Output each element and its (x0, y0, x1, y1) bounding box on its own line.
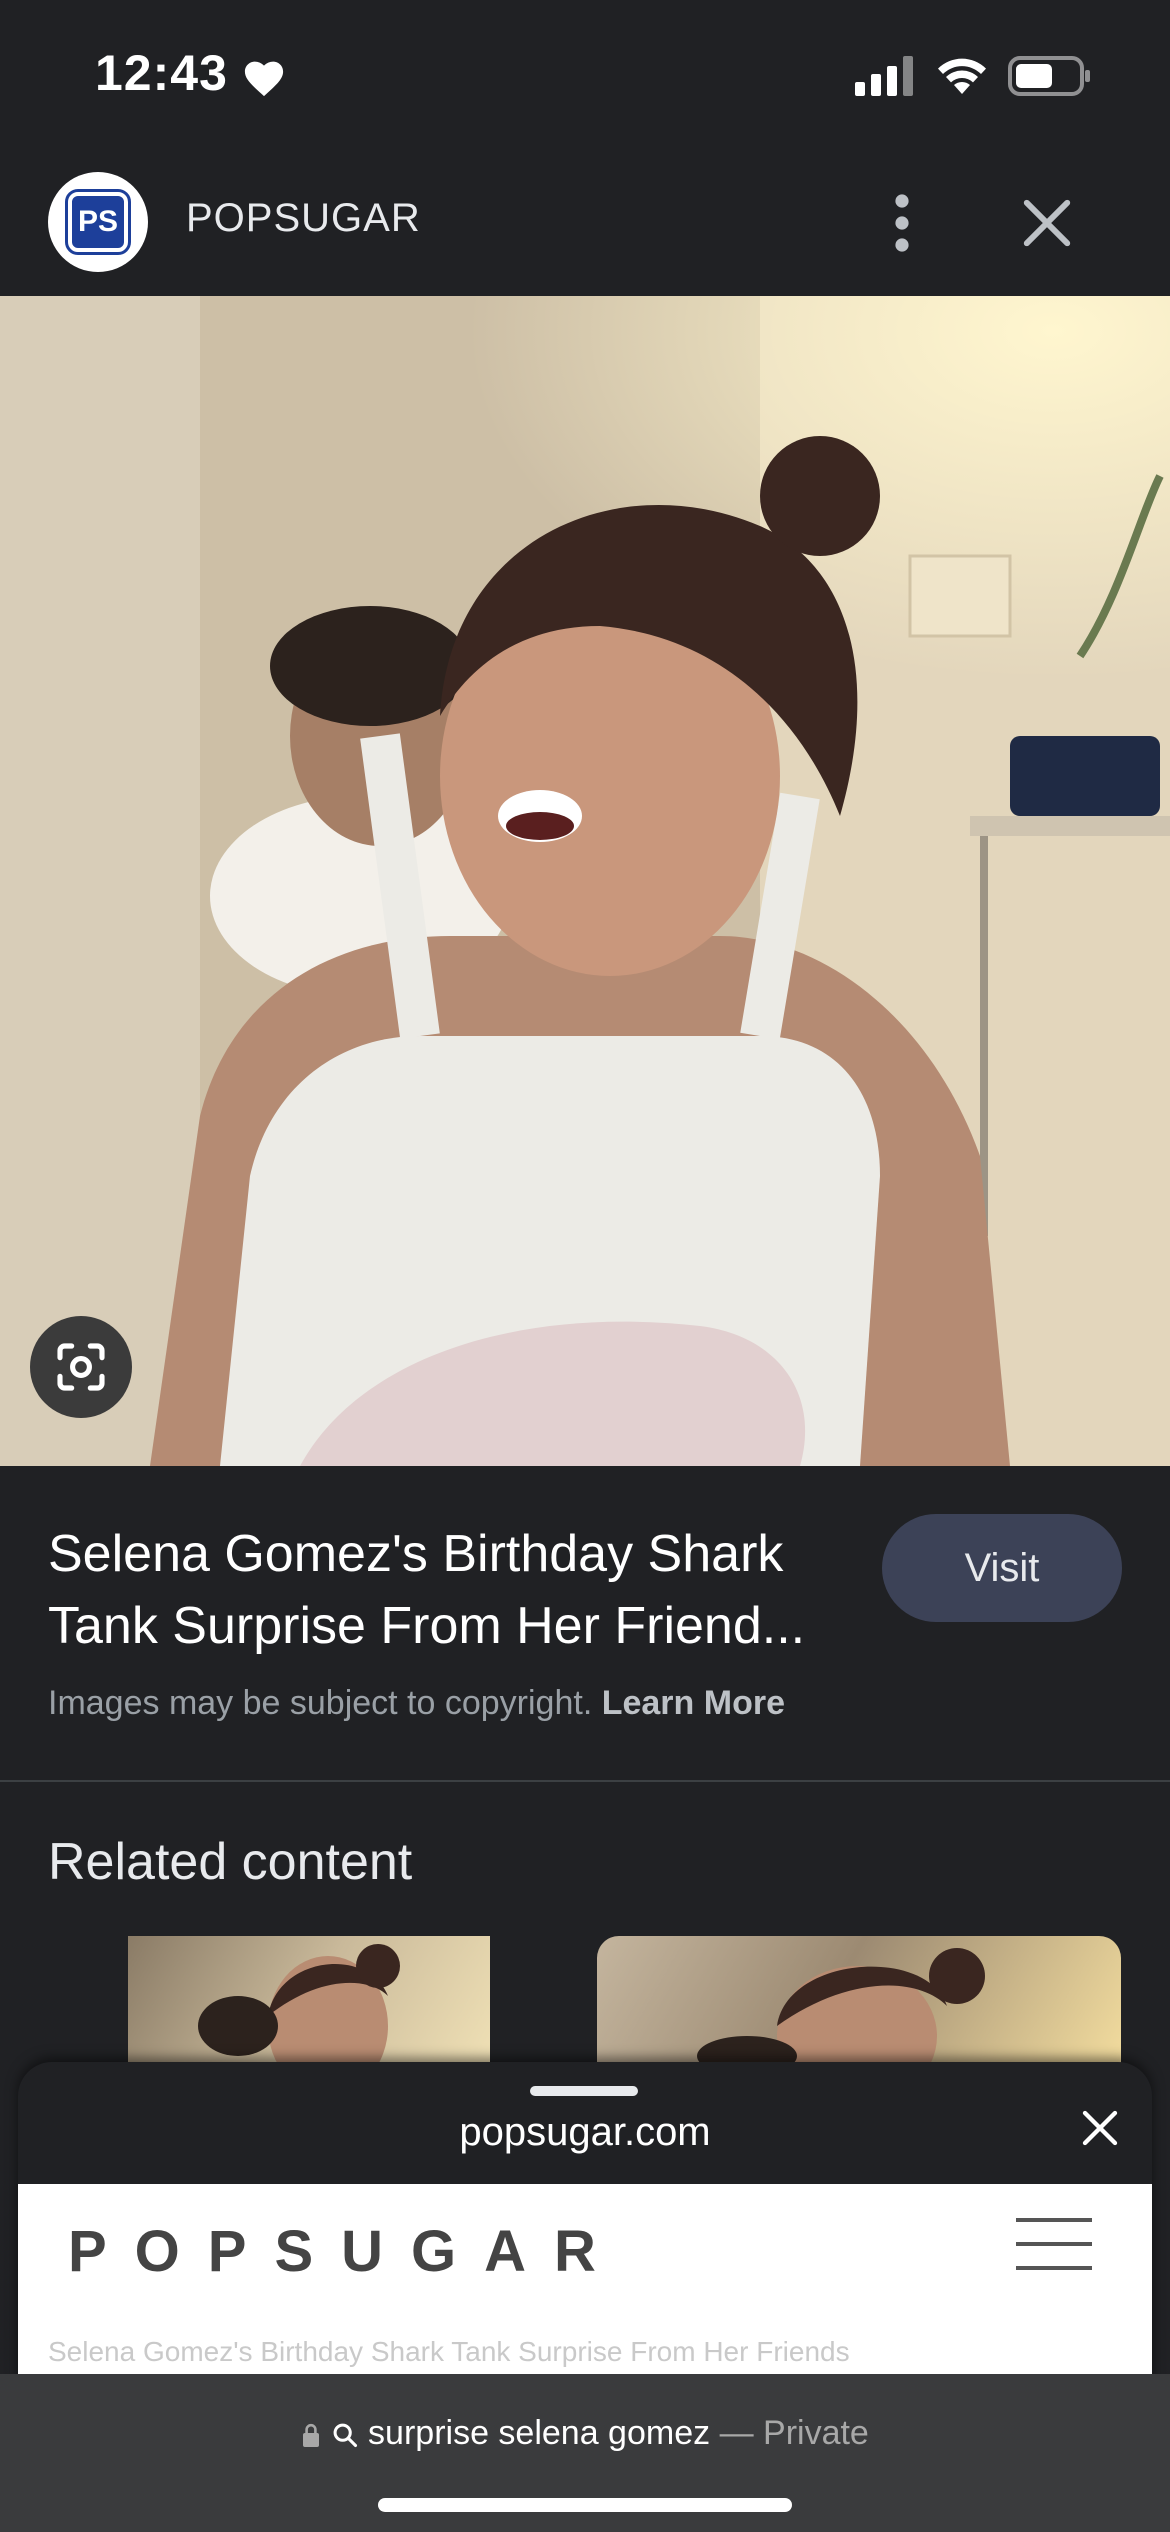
result-info: Selena Gomez's Birthday Shark Tank Surpr… (0, 1466, 1170, 1780)
battery-icon (1008, 56, 1090, 96)
article-headline: Selena Gomez's Birthday Shark Tank Surpr… (48, 2336, 850, 2367)
photo-illustration (0, 296, 1170, 1466)
result-header: PS POPSUGAR (0, 150, 1170, 296)
site-logo[interactable]: PS (48, 172, 148, 272)
section-divider (0, 1780, 1170, 1782)
thumbnail-illustration (697, 1948, 985, 2066)
site-name[interactable]: POPSUGAR (186, 196, 421, 241)
close-icon[interactable] (1020, 196, 1074, 250)
related-thumbnail[interactable] (597, 1936, 1121, 2066)
visit-button[interactable]: Visit (882, 1514, 1122, 1622)
address-field[interactable]: surprise selena gomez — Private (0, 2414, 1170, 2453)
heart-icon (244, 61, 284, 97)
more-options-icon[interactable] (880, 190, 924, 256)
private-mode-label: Private (763, 2414, 869, 2452)
result-title[interactable]: Selena Gomez's Birthday Shark Tank Surpr… (48, 1518, 868, 1662)
sheet-drag-handle[interactable] (530, 2086, 638, 2096)
query-separator: — (719, 2414, 754, 2452)
home-indicator[interactable] (378, 2498, 792, 2512)
related-content-heading: Related content (48, 1833, 413, 1891)
close-icon[interactable] (1080, 2108, 1120, 2148)
browser-address-bar[interactable]: surprise selena gomez — Private (0, 2374, 1170, 2532)
thumbnail-illustration (198, 1944, 400, 2066)
google-lens-button[interactable] (30, 1316, 132, 1418)
cellular-signal-icon (855, 56, 913, 96)
status-time: 12:43 (95, 45, 228, 101)
site-logo-mark: PS (65, 189, 131, 255)
learn-more-link[interactable]: Learn More (602, 1684, 785, 1722)
wifi-icon (938, 58, 986, 94)
hamburger-menu-icon[interactable] (1016, 2216, 1092, 2272)
copyright-notice: Images may be subject to copyright. Lear… (48, 1684, 785, 1723)
popsugar-wordmark: POPSUGAR (68, 2219, 624, 2284)
search-query: surprise selena gomez (368, 2414, 711, 2452)
sheet-url: popsugar.com (459, 2110, 711, 2154)
result-image[interactable] (0, 296, 1170, 1466)
status-bar: 12:43 (0, 0, 1170, 150)
copyright-text: Images may be subject to copyright. (48, 1684, 593, 1722)
search-icon (333, 2423, 357, 2448)
lens-scan-icon (57, 1343, 105, 1391)
lock-icon (303, 2423, 320, 2448)
related-thumbnail[interactable] (128, 1936, 490, 2066)
